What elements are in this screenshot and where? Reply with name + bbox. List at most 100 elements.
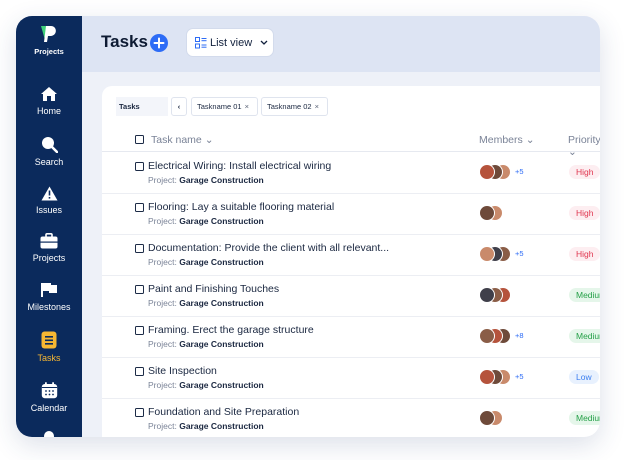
project-name[interactable]: Garage Construction xyxy=(179,257,264,267)
sidebar-item-label: Calendar xyxy=(30,403,68,413)
project-name[interactable]: Garage Construction xyxy=(179,421,264,431)
add-task-button[interactable] xyxy=(150,34,168,52)
sidebar-item-label: Tasks xyxy=(37,353,61,363)
search-icon xyxy=(41,137,58,153)
sidebar-item-projects[interactable]: Projects xyxy=(16,233,82,277)
row-checkbox[interactable] xyxy=(135,162,144,171)
priority-badge: Medium xyxy=(569,411,600,425)
sidebar-item-milestones[interactable]: Milestones xyxy=(16,282,82,326)
project-label: Project: xyxy=(148,380,177,390)
task-project: Project: Garage Construction xyxy=(148,216,264,226)
project-label: Project: xyxy=(148,175,177,185)
sidebar-item-search[interactable]: Search xyxy=(16,136,82,180)
task-name[interactable]: Documentation: Provide the client with a… xyxy=(148,242,389,254)
sidebar-item-label: Issues xyxy=(35,205,62,215)
view-selector[interactable]: List view xyxy=(186,28,274,57)
avatar xyxy=(479,328,495,344)
priority-badge: Medium xyxy=(569,288,600,302)
project-name[interactable]: Garage Construction xyxy=(179,339,264,349)
table-row[interactable]: Site Inspection Project: Garage Construct… xyxy=(102,358,600,399)
sidebar-item-issues[interactable]: Issues xyxy=(16,186,82,230)
row-checkbox[interactable] xyxy=(135,367,144,376)
home-icon xyxy=(41,87,57,101)
row-checkbox[interactable] xyxy=(135,244,144,253)
sidebar-item-home[interactable]: Home xyxy=(16,86,82,130)
row-checkbox[interactable] xyxy=(135,408,144,417)
priority-badge: High xyxy=(569,247,600,261)
app-logo[interactable]: Projects xyxy=(16,26,82,66)
warning-icon xyxy=(41,186,57,201)
column-members[interactable]: Members ⌄ xyxy=(479,134,535,146)
close-icon[interactable]: × xyxy=(245,102,249,111)
sidebar: Projects Home Search Issues Projects Mil… xyxy=(16,16,82,437)
priority-badge: High xyxy=(569,206,600,220)
sidebar-item-label: Milestones xyxy=(27,302,71,312)
more-members-count[interactable]: +8 xyxy=(515,331,524,340)
column-task-name[interactable]: Task name ⌄ xyxy=(151,134,214,146)
select-all-checkbox[interactable] xyxy=(135,135,144,144)
tab-tasks[interactable]: Tasks xyxy=(116,97,168,116)
table-row[interactable]: Framing. Erect the garage structure Proje… xyxy=(102,317,600,358)
tab-taskname-01[interactable]: Taskname 01 × xyxy=(191,97,258,116)
task-name[interactable]: Site Inspection xyxy=(148,365,217,377)
logo-icon xyxy=(41,26,56,42)
row-checkbox[interactable] xyxy=(135,285,144,294)
chevron-down-icon xyxy=(260,40,268,45)
sidebar-item-more[interactable] xyxy=(16,430,82,437)
column-label: Priority xyxy=(568,134,600,146)
priority-badge: Medium xyxy=(569,329,600,343)
task-project: Project: Garage Construction xyxy=(148,257,264,267)
view-selector-label: List view xyxy=(210,37,253,49)
avatar xyxy=(479,287,495,303)
task-name[interactable]: Foundation and Site Preparation xyxy=(148,406,299,418)
more-members-count[interactable]: +5 xyxy=(515,167,524,176)
project-name[interactable]: Garage Construction xyxy=(179,216,264,226)
project-label: Project: xyxy=(148,421,177,431)
project-label: Project: xyxy=(148,257,177,267)
task-name[interactable]: Flooring: Lay a suitable flooring materi… xyxy=(148,201,334,213)
logo-label: Projects xyxy=(34,47,64,56)
plus-icon xyxy=(153,37,165,49)
avatar xyxy=(479,164,495,180)
more-members-count[interactable]: +5 xyxy=(515,372,524,381)
priority-badge: High xyxy=(569,165,600,179)
avatar xyxy=(479,246,495,262)
sidebar-item-tasks[interactable]: Tasks xyxy=(16,331,82,375)
more-members-count[interactable]: +5 xyxy=(515,249,524,258)
page-title: Tasks xyxy=(101,32,148,51)
table-row[interactable]: Electrical Wiring: Install electrical wi… xyxy=(102,153,600,194)
table-row[interactable]: Flooring: Lay a suitable flooring materi… xyxy=(102,194,600,235)
sidebar-item-label: Search xyxy=(34,157,64,167)
column-label: Members xyxy=(479,134,523,146)
tab-taskname-02[interactable]: Taskname 02 × xyxy=(261,97,328,116)
calendar-icon xyxy=(41,382,57,399)
avatar xyxy=(479,410,495,426)
sidebar-item-calendar[interactable]: Calendar xyxy=(16,382,82,426)
avatar xyxy=(479,369,495,385)
row-checkbox[interactable] xyxy=(135,203,144,212)
task-project: Project: Garage Construction xyxy=(148,175,264,185)
tab-label: Taskname 02 xyxy=(267,102,312,111)
briefcase-icon xyxy=(40,233,58,249)
task-project: Project: Garage Construction xyxy=(148,339,264,349)
project-name[interactable]: Garage Construction xyxy=(179,380,264,390)
task-name[interactable]: Framing. Erect the garage structure xyxy=(148,324,314,336)
project-label: Project: xyxy=(148,298,177,308)
task-project: Project: Garage Construction xyxy=(148,298,264,308)
project-name[interactable]: Garage Construction xyxy=(179,298,264,308)
avatar xyxy=(479,205,495,221)
sidebar-item-label: Projects xyxy=(32,253,66,263)
row-checkbox[interactable] xyxy=(135,326,144,335)
chevron-down-icon: ⌄ xyxy=(204,134,214,146)
page-header: Tasks List view xyxy=(82,16,600,72)
table-row[interactable]: Foundation and Site Preparation Project: … xyxy=(102,399,600,437)
project-name[interactable]: Garage Construction xyxy=(179,175,264,185)
priority-badge: Low xyxy=(569,370,599,384)
task-name[interactable]: Electrical Wiring: Install electrical wi… xyxy=(148,160,331,172)
table-row[interactable]: Paint and Finishing Touches Project: Gara… xyxy=(102,276,600,317)
project-label: Project: xyxy=(148,339,177,349)
close-icon[interactable]: × xyxy=(315,102,319,111)
task-name[interactable]: Paint and Finishing Touches xyxy=(148,283,279,295)
tab-back-button[interactable]: ‹ xyxy=(171,97,187,116)
table-row[interactable]: Documentation: Provide the client with a… xyxy=(102,235,600,276)
